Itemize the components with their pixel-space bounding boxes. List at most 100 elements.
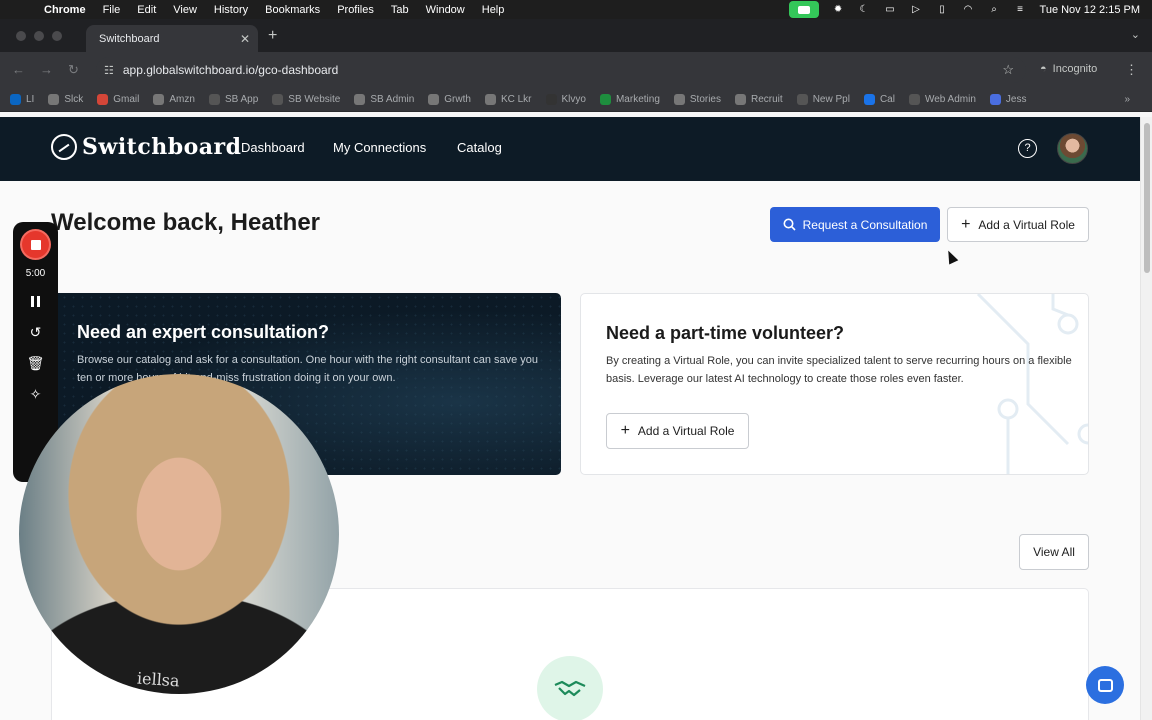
part-time-volunteer-card: Need a part-time volunteer? By creating … bbox=[580, 293, 1089, 475]
minimize-window-button[interactable] bbox=[34, 31, 44, 41]
nav-catalog[interactable]: Catalog bbox=[457, 140, 502, 155]
url-text[interactable]: app.globalswitchboard.io/gco-dashboard bbox=[123, 63, 338, 77]
bookmark-label: New Ppl bbox=[812, 94, 850, 105]
bookmarks-overflow-icon[interactable]: » bbox=[1124, 94, 1130, 105]
browser-tab[interactable]: Switchboard ✕ bbox=[86, 25, 258, 52]
nav-my-connections[interactable]: My Connections bbox=[333, 140, 426, 155]
chrome-menu-icon[interactable]: ⋮ bbox=[1125, 62, 1138, 78]
menu-file[interactable]: File bbox=[103, 4, 121, 16]
camera-active-icon[interactable] bbox=[788, 1, 819, 18]
wifi-icon[interactable]: ◠ bbox=[962, 4, 975, 15]
bookmark-favicon-icon bbox=[208, 94, 220, 105]
forward-icon[interactable]: → bbox=[40, 62, 53, 77]
pause-icon[interactable] bbox=[31, 292, 40, 310]
bookmark-item[interactable]: Slck bbox=[48, 94, 83, 105]
tab-search-icon[interactable]: ⌄ bbox=[1131, 28, 1140, 41]
bookmark-favicon-icon bbox=[908, 94, 920, 105]
webcam-bubble[interactable]: iellsa bbox=[19, 374, 339, 694]
scrollbar-thumb[interactable] bbox=[1144, 123, 1150, 273]
bookmark-favicon-icon bbox=[599, 94, 611, 105]
reload-icon[interactable]: ↻ bbox=[68, 62, 79, 78]
bookmark-favicon-icon bbox=[863, 94, 875, 105]
request-consultation-label: Request a Consultation bbox=[802, 217, 928, 232]
help-icon[interactable]: ? bbox=[1018, 139, 1037, 158]
bookmark-item[interactable]: LI bbox=[10, 94, 34, 105]
plus-icon: + bbox=[620, 422, 630, 439]
bookmark-item[interactable]: Jess bbox=[989, 94, 1026, 105]
bookmark-item[interactable]: Grwth bbox=[428, 94, 471, 105]
bookmark-favicon-icon bbox=[545, 94, 557, 105]
zoom-window-button[interactable] bbox=[52, 31, 62, 41]
spotlight-icon[interactable]: ⌕ bbox=[988, 4, 1001, 15]
expert-card-title: Need an expert consultation? bbox=[77, 322, 330, 342]
trash-icon[interactable]: 🗑 bbox=[27, 354, 45, 372]
close-window-button[interactable] bbox=[16, 31, 26, 41]
card-add-virtual-role-button[interactable]: + Add a Virtual Role bbox=[606, 413, 749, 449]
chat-icon[interactable] bbox=[1086, 666, 1124, 704]
card-add-virtual-role-label: Add a Virtual Role bbox=[637, 424, 735, 438]
bookmark-item[interactable]: SB Admin bbox=[354, 94, 414, 105]
view-all-button[interactable]: View All bbox=[1019, 534, 1089, 570]
menu-app-name[interactable]: Chrome bbox=[44, 4, 86, 16]
menubar-clock[interactable]: Tue Nov 12 2:15 PM bbox=[1040, 4, 1140, 16]
bookmark-item[interactable]: SB Website bbox=[272, 94, 340, 105]
bookmark-item[interactable]: Stories bbox=[673, 94, 721, 105]
menu-history[interactable]: History bbox=[214, 4, 248, 16]
bookmark-item[interactable]: Gmail bbox=[97, 94, 139, 105]
bookmark-label: LI bbox=[26, 94, 35, 105]
add-virtual-role-button[interactable]: + Add a Virtual Role bbox=[947, 207, 1089, 242]
menu-help[interactable]: Help bbox=[482, 4, 505, 16]
battery-icon[interactable]: ▯ bbox=[936, 4, 949, 15]
search-icon bbox=[783, 218, 796, 231]
menu-tab[interactable]: Tab bbox=[391, 4, 409, 16]
window-icon[interactable]: ▭ bbox=[884, 4, 897, 15]
browser-toolbar: ← → ↻ ☷ app.globalswitchboard.io/gco-das… bbox=[0, 52, 1152, 88]
bookmark-item[interactable]: SB App bbox=[208, 94, 258, 105]
switchboard-logo[interactable]: Switchboard bbox=[51, 134, 242, 160]
menu-bookmarks[interactable]: Bookmarks bbox=[265, 4, 320, 16]
menu-window[interactable]: Window bbox=[426, 4, 465, 16]
request-consultation-button[interactable]: Request a Consultation bbox=[770, 207, 940, 242]
bookmark-favicon-icon bbox=[673, 94, 685, 105]
stop-recording-button[interactable] bbox=[22, 231, 49, 258]
page-scrollbar[interactable] bbox=[1140, 117, 1152, 720]
menu-profiles[interactable]: Profiles bbox=[337, 4, 374, 16]
menu-view[interactable]: View bbox=[173, 4, 197, 16]
bookmark-label: Recruit bbox=[751, 94, 783, 105]
bookmark-favicon-icon bbox=[354, 94, 366, 105]
close-tab-icon[interactable]: ✕ bbox=[240, 32, 250, 46]
bookmark-item[interactable]: Marketing bbox=[599, 94, 660, 105]
bookmark-label: KC Lkr bbox=[500, 94, 532, 105]
user-avatar[interactable] bbox=[1057, 133, 1088, 164]
incognito-icon: ◓ bbox=[1040, 63, 1047, 75]
effects-icon[interactable]: ✧ bbox=[30, 385, 42, 403]
control-center-icon[interactable]: ≡ bbox=[1014, 4, 1027, 15]
moon-icon[interactable]: ☾ bbox=[858, 4, 871, 15]
bookmark-favicon-icon bbox=[796, 94, 808, 105]
bookmark-item[interactable]: Klvyo bbox=[545, 94, 586, 105]
brightness-icon[interactable]: ✹ bbox=[832, 4, 845, 15]
bookmark-item[interactable]: KC Lkr bbox=[484, 94, 532, 105]
restart-icon[interactable]: ↺ bbox=[30, 323, 42, 341]
bookmark-item[interactable]: New Ppl bbox=[796, 94, 850, 105]
macos-menubar: Chrome File Edit View History Bookmarks … bbox=[0, 0, 1152, 19]
address-bar[interactable]: ☷ app.globalswitchboard.io/gco-dashboard… bbox=[96, 57, 1026, 83]
bookmark-label: Amzn bbox=[169, 94, 195, 105]
play-icon[interactable]: ▷ bbox=[910, 4, 923, 15]
site-settings-icon[interactable]: ☷ bbox=[104, 64, 114, 77]
incognito-label: Incognito bbox=[1052, 63, 1098, 75]
new-tab-icon[interactable]: + bbox=[268, 27, 277, 45]
bookmark-favicon-icon bbox=[153, 94, 165, 105]
bookmark-item[interactable]: Web Admin bbox=[908, 94, 976, 105]
bookmark-label: SB Website bbox=[288, 94, 341, 105]
bookmark-star-icon[interactable]: ☆ bbox=[1002, 62, 1014, 78]
bookmark-item[interactable]: Cal bbox=[863, 94, 895, 105]
incognito-indicator[interactable]: ◓ Incognito bbox=[1040, 63, 1097, 75]
menu-edit[interactable]: Edit bbox=[137, 4, 156, 16]
back-icon[interactable]: ← bbox=[12, 62, 25, 77]
bookmark-label: Web Admin bbox=[924, 94, 976, 105]
bookmark-item[interactable]: Recruit bbox=[735, 94, 783, 105]
nav-dashboard[interactable]: Dashboard bbox=[241, 140, 305, 155]
bookmark-item[interactable]: Amzn bbox=[153, 94, 195, 105]
recording-timer: 5:00 bbox=[25, 268, 46, 279]
